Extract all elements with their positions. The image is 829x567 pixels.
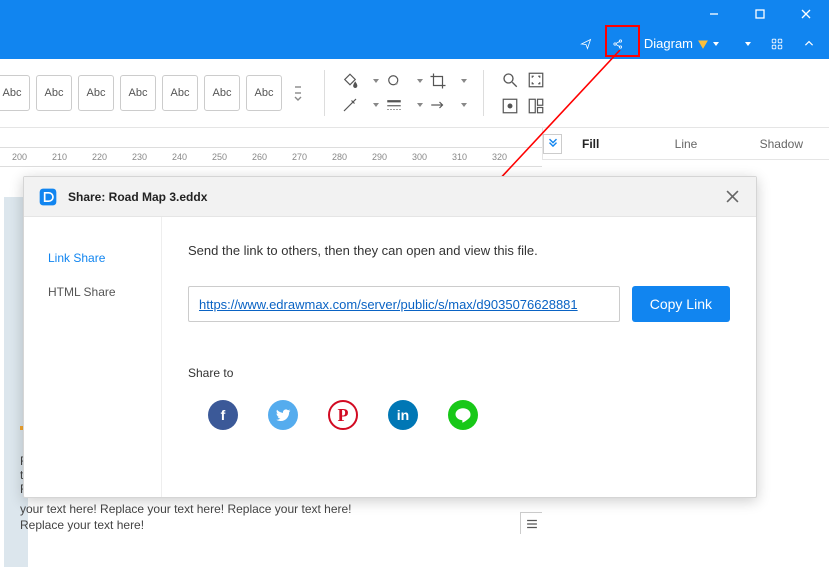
ruler-tick: 270 — [292, 152, 307, 162]
pinterest-icon[interactable]: P — [328, 400, 358, 430]
share-icon[interactable] — [604, 28, 632, 59]
tool-column-5 — [526, 70, 546, 116]
minimize-button[interactable] — [691, 0, 737, 28]
expand-gallery-icon[interactable] — [288, 83, 308, 103]
collapse-panel-icon[interactable] — [543, 134, 562, 154]
share-instruction: Send the link to others, then they can o… — [188, 243, 730, 258]
chevron-down-icon — [417, 79, 423, 83]
nav-html-share[interactable]: HTML Share — [24, 275, 161, 309]
crop-tool[interactable] — [429, 72, 467, 90]
tab-line[interactable]: Line — [638, 128, 733, 159]
nav-link-share[interactable]: Link Share — [24, 241, 161, 275]
dialog-title-bar: Share: Road Map 3.eddx — [24, 177, 756, 217]
diagram-menu[interactable]: Diagram — [636, 28, 727, 59]
canvas-body-text: your text here! Replace your text here! … — [20, 502, 390, 533]
chevron-down-icon — [713, 42, 719, 46]
ruler-tick: 230 — [132, 152, 147, 162]
ruler-tick: 200 — [12, 152, 27, 162]
title-bar — [0, 0, 829, 28]
arrow-end-tool[interactable] — [429, 96, 467, 114]
chevron-down-icon — [461, 79, 467, 83]
right-panel-tabs: Fill Line Shadow — [542, 128, 829, 160]
fill-tool[interactable] — [341, 72, 379, 90]
chevron-down-icon — [461, 103, 467, 107]
share-to-label: Share to — [188, 366, 730, 380]
ruler-tick: 310 — [452, 152, 467, 162]
facebook-icon[interactable]: f — [208, 400, 238, 430]
dialog-content: Send the link to others, then they can o… — [162, 217, 756, 497]
separator — [483, 70, 484, 116]
dialog-nav: Link Share HTML Share — [24, 217, 162, 497]
dialog-title: Share: Road Map 3.eddx — [68, 190, 207, 204]
copy-link-button[interactable]: Copy Link — [632, 286, 730, 322]
link-row: https://www.edrawmax.com/server/public/s… — [188, 286, 730, 322]
tab-shadow[interactable]: Shadow — [734, 128, 829, 159]
separator — [324, 70, 325, 116]
search-icon[interactable] — [500, 70, 520, 90]
twitter-icon[interactable] — [268, 400, 298, 430]
ruler-tick: 250 — [212, 152, 227, 162]
template-icon[interactable] — [731, 28, 759, 59]
dialog-app-icon — [38, 187, 58, 207]
font-style-option[interactable]: Abc — [204, 75, 240, 111]
tool-column-4 — [500, 70, 520, 116]
font-style-option[interactable]: Abc — [36, 75, 72, 111]
font-style-option[interactable]: Abc — [0, 75, 30, 111]
ruler-tick: 210 — [52, 152, 67, 162]
ruler: 200 210 220 230 240 250 260 270 280 290 … — [0, 147, 542, 167]
diamond-icon — [696, 37, 710, 51]
tool-column-1 — [341, 72, 379, 114]
maximize-button[interactable] — [737, 0, 783, 28]
linkedin-icon[interactable]: in — [388, 400, 418, 430]
close-icon[interactable] — [722, 187, 742, 207]
line-style-tool[interactable] — [385, 96, 423, 114]
line-icon[interactable] — [448, 400, 478, 430]
ruler-tick: 300 — [412, 152, 427, 162]
social-row: f P in — [188, 400, 730, 430]
tool-column-3 — [429, 72, 467, 114]
chevron-down-icon — [373, 103, 379, 107]
shadow-tool[interactable] — [385, 72, 423, 90]
ruler-tick: 240 — [172, 152, 187, 162]
layout-icon[interactable] — [526, 96, 546, 116]
fit-page-icon[interactable] — [526, 70, 546, 90]
chevron-down-icon — [745, 42, 751, 46]
send-icon[interactable] — [572, 28, 600, 59]
menu-bar: Diagram — [0, 28, 829, 59]
ruler-tick: 280 — [332, 152, 347, 162]
ruler-tick: 320 — [492, 152, 507, 162]
focus-object-icon[interactable] — [500, 96, 520, 116]
font-style-option[interactable]: Abc — [246, 75, 282, 111]
tool-column-2 — [385, 72, 423, 114]
line-tool[interactable] — [341, 96, 379, 114]
share-dialog: Share: Road Map 3.eddx Link Share HTML S… — [23, 176, 757, 498]
collapse-ribbon-icon[interactable] — [795, 28, 823, 59]
dialog-body: Link Share HTML Share Send the link to o… — [24, 217, 756, 497]
ruler-tick: 220 — [92, 152, 107, 162]
font-style-option[interactable]: Abc — [120, 75, 156, 111]
apps-icon[interactable] — [763, 28, 791, 59]
page-list-icon[interactable] — [520, 512, 542, 534]
font-style-group: Abc Abc Abc Abc Abc Abc Abc — [0, 75, 282, 111]
close-button[interactable] — [783, 0, 829, 28]
toolbar: Abc Abc Abc Abc Abc Abc Abc — [0, 59, 829, 128]
ruler-tick: 290 — [372, 152, 387, 162]
chevron-down-icon — [373, 79, 379, 83]
chevron-down-icon — [417, 103, 423, 107]
font-style-option[interactable]: Abc — [78, 75, 114, 111]
diagram-label: Diagram — [644, 36, 693, 51]
ruler-tick: 260 — [252, 152, 267, 162]
share-url-input[interactable]: https://www.edrawmax.com/server/public/s… — [188, 286, 620, 322]
font-style-option[interactable]: Abc — [162, 75, 198, 111]
